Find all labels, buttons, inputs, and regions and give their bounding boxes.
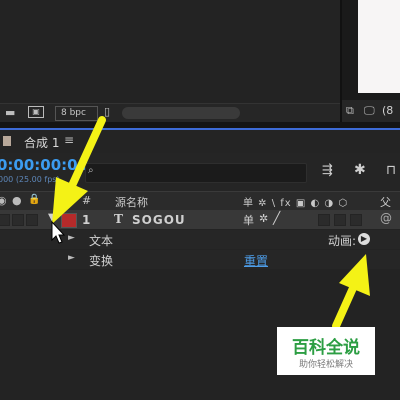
watermark-logo: 百科全说 助你轻松解决 — [277, 327, 375, 375]
annotation-arrow-top — [52, 116, 106, 224]
mouse-cursor-icon — [51, 220, 66, 244]
watermark-title: 百科全说 — [292, 338, 360, 358]
watermark-subtitle: 助你轻松解决 — [298, 360, 353, 370]
annotation-arrow-bottom — [332, 254, 370, 330]
